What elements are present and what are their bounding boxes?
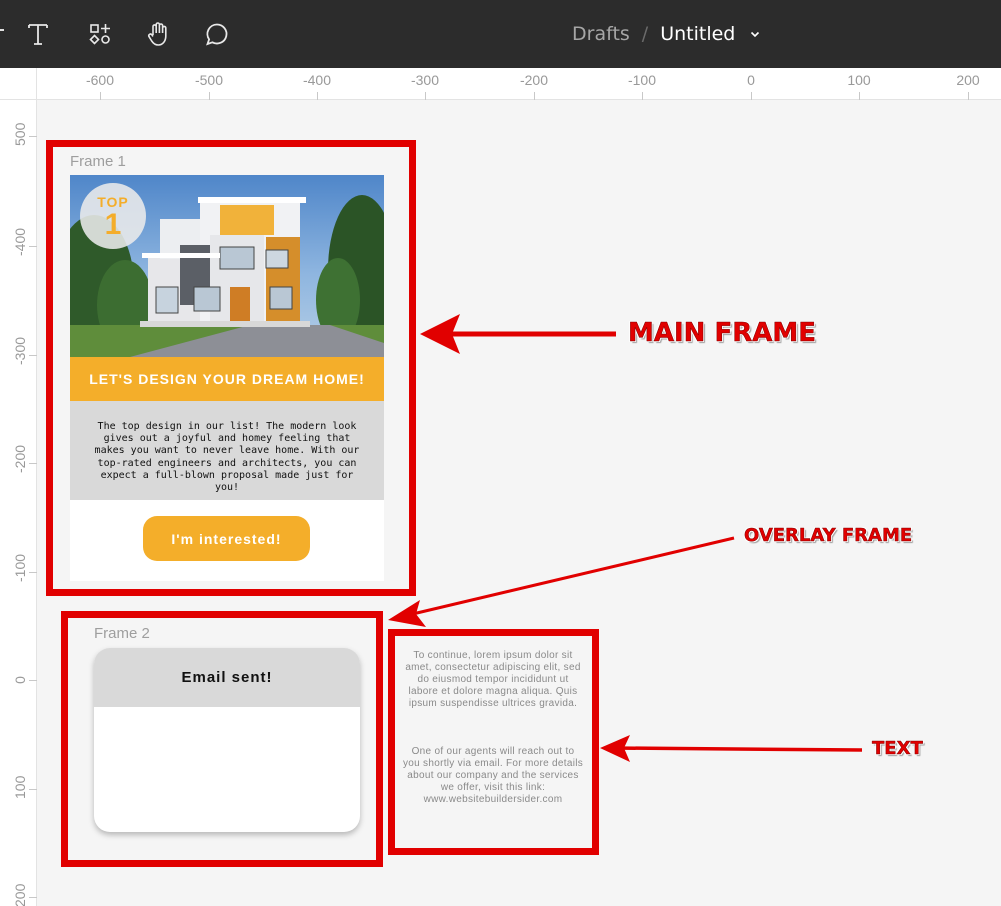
ruler-x-label: -400 bbox=[302, 72, 332, 88]
ruler-x-tick bbox=[209, 92, 210, 100]
ruler-x-tick bbox=[425, 92, 426, 100]
toolbar-edge-glyph bbox=[0, 29, 4, 31]
horizontal-ruler: -600 -500 -400 -300 -200 -100 0 100 200 bbox=[37, 68, 1001, 100]
ruler-x-tick bbox=[859, 92, 860, 100]
ruler-x-label: -100 bbox=[627, 72, 657, 88]
ruler-y-label: -400 bbox=[12, 227, 28, 256]
ruler-y-label: -100 bbox=[12, 553, 28, 582]
text-highlight bbox=[388, 629, 599, 855]
ruler-x-label: -600 bbox=[85, 72, 115, 88]
chevron-down-icon[interactable] bbox=[749, 28, 761, 40]
ruler-x-label: -500 bbox=[194, 72, 224, 88]
ruler-y-label: -200 bbox=[12, 444, 28, 473]
ruler-x-label: 0 bbox=[747, 72, 755, 88]
ruler-x-tick bbox=[100, 92, 101, 100]
ruler-y-tick bbox=[29, 246, 37, 247]
ruler-y-tick bbox=[29, 897, 37, 898]
breadcrumb-drafts[interactable]: Drafts bbox=[572, 23, 630, 45]
ruler-x-tick bbox=[317, 92, 318, 100]
vertical-ruler: 500 -400 -300 -200 -100 0 100 200 bbox=[0, 100, 37, 906]
ruler-y-tick bbox=[29, 136, 37, 137]
ruler-x-label: -300 bbox=[410, 72, 440, 88]
ruler-corner bbox=[0, 68, 37, 100]
annotation-overlay-frame: OVERLAY FRAME bbox=[744, 525, 913, 547]
ruler-y-label: 500 bbox=[12, 122, 28, 146]
ruler-y-label: -300 bbox=[12, 336, 28, 365]
ruler-y-tick bbox=[29, 789, 37, 790]
ruler-y-tick bbox=[29, 355, 37, 356]
ruler-x-tick bbox=[534, 92, 535, 100]
top-toolbar: Drafts / Untitled bbox=[0, 0, 1001, 68]
ruler-y-tick bbox=[29, 572, 37, 573]
ruler-y-label: 100 bbox=[12, 775, 28, 799]
annotation-main-frame: MAIN FRAME bbox=[628, 318, 817, 349]
ruler-y-tick bbox=[29, 680, 37, 681]
ruler-x-label: -200 bbox=[519, 72, 549, 88]
arrow-head-main bbox=[420, 314, 460, 354]
annotation-text: TEXT bbox=[872, 738, 923, 760]
hand-tool-icon[interactable] bbox=[138, 14, 178, 54]
ruler-x-tick bbox=[968, 92, 969, 100]
ruler-y-label: 200 bbox=[12, 883, 28, 906]
file-title[interactable]: Drafts / Untitled bbox=[572, 20, 761, 48]
breadcrumb-separator: / bbox=[641, 23, 649, 45]
comment-tool-icon[interactable] bbox=[197, 14, 237, 54]
overlay-frame-highlight bbox=[61, 611, 383, 867]
text-tool-icon[interactable] bbox=[18, 14, 58, 54]
ruler-x-tick bbox=[751, 92, 752, 100]
ruler-x-label: 100 bbox=[847, 72, 871, 88]
ruler-x-label: 200 bbox=[956, 72, 980, 88]
ruler-x-tick bbox=[642, 92, 643, 100]
file-name[interactable]: Untitled bbox=[660, 23, 735, 45]
ruler-y-label: 0 bbox=[12, 676, 28, 684]
main-frame-highlight bbox=[46, 140, 416, 596]
components-tool-icon[interactable] bbox=[80, 14, 120, 54]
ruler-y-tick bbox=[29, 463, 37, 464]
